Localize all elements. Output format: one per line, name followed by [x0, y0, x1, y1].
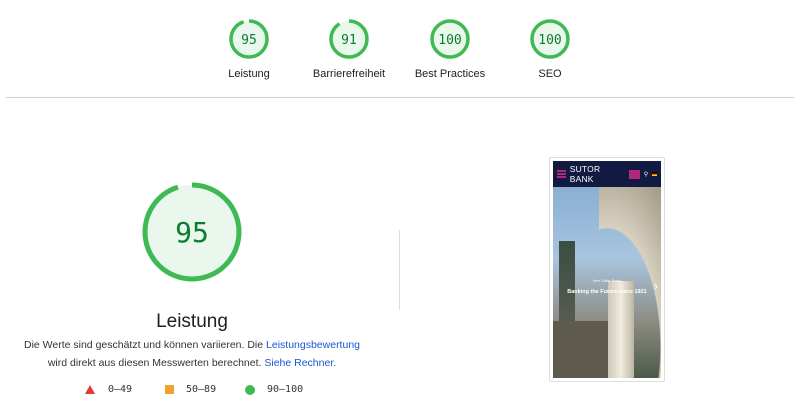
legend-fail: 0–49: [108, 384, 133, 395]
gauge-ring: 95: [142, 182, 242, 282]
score-legend: 0–49 50–89 90–100: [85, 384, 303, 395]
chevron-right-icon: ›: [654, 279, 658, 293]
gauge-barrierefreiheit[interactable]: 91 Barrierefreiheit: [299, 17, 399, 80]
gauge-label: Best Practices: [414, 68, 486, 80]
gauge-label: SEO: [538, 68, 562, 80]
search-icon: ⚲: [643, 171, 649, 178]
gauge-ring: 100: [430, 19, 470, 59]
performance-gauge-large: 95 Leistung: [92, 180, 292, 333]
gauge-score: 95: [241, 33, 257, 48]
fail-triangle-icon: [85, 385, 95, 394]
hero-headline: Banking the Future since 1921: [567, 289, 647, 295]
legend-average: 50–89: [186, 384, 217, 395]
legend-pass: 90–100: [267, 384, 304, 395]
calculator-link[interactable]: Siehe Rechner.: [264, 357, 336, 369]
page-screenshot[interactable]: SUTOR BANK ⚲ Ihre Sutor Bank Banking the…: [549, 157, 665, 382]
gauge-seo[interactable]: 100 SEO: [500, 17, 600, 80]
score-description: Die Werte sind geschätzt und können vari…: [22, 336, 362, 372]
score-calc-link[interactable]: Leistungsbewertung: [266, 339, 360, 351]
gauge-score: 91: [341, 33, 357, 48]
menu-button: [629, 169, 640, 179]
gauge-ring: 91: [329, 19, 369, 59]
score-value: 95: [175, 216, 209, 249]
gauge-leistung[interactable]: 95 Leistung: [199, 17, 299, 80]
gauge-label: Leistung: [228, 68, 270, 80]
gauge-ring: 95: [229, 19, 269, 59]
gauge-label: Barrierefreiheit: [312, 68, 386, 80]
hero-kicker: Ihre Sutor Bank: [593, 278, 621, 283]
desc-text: Die Werte sind geschätzt und können vari…: [23, 339, 267, 351]
brand-logo: SUTOR BANK: [569, 164, 601, 184]
divider: [6, 97, 794, 98]
vertical-divider: [399, 230, 400, 310]
gauge-best-practices[interactable]: 100 Best Practices: [400, 17, 500, 80]
gauge-ring: 100: [530, 19, 570, 59]
pass-circle-icon: [245, 384, 255, 395]
desc-text-2: wird direkt aus diesen Messwerten berech…: [47, 357, 265, 369]
flag-icon: [652, 172, 657, 176]
gauge-score: 100: [438, 33, 461, 48]
menu-icon: [557, 170, 566, 178]
average-square-icon: [165, 385, 174, 394]
gauge-score: 100: [538, 33, 561, 48]
section-title: Leistung: [156, 311, 228, 332]
